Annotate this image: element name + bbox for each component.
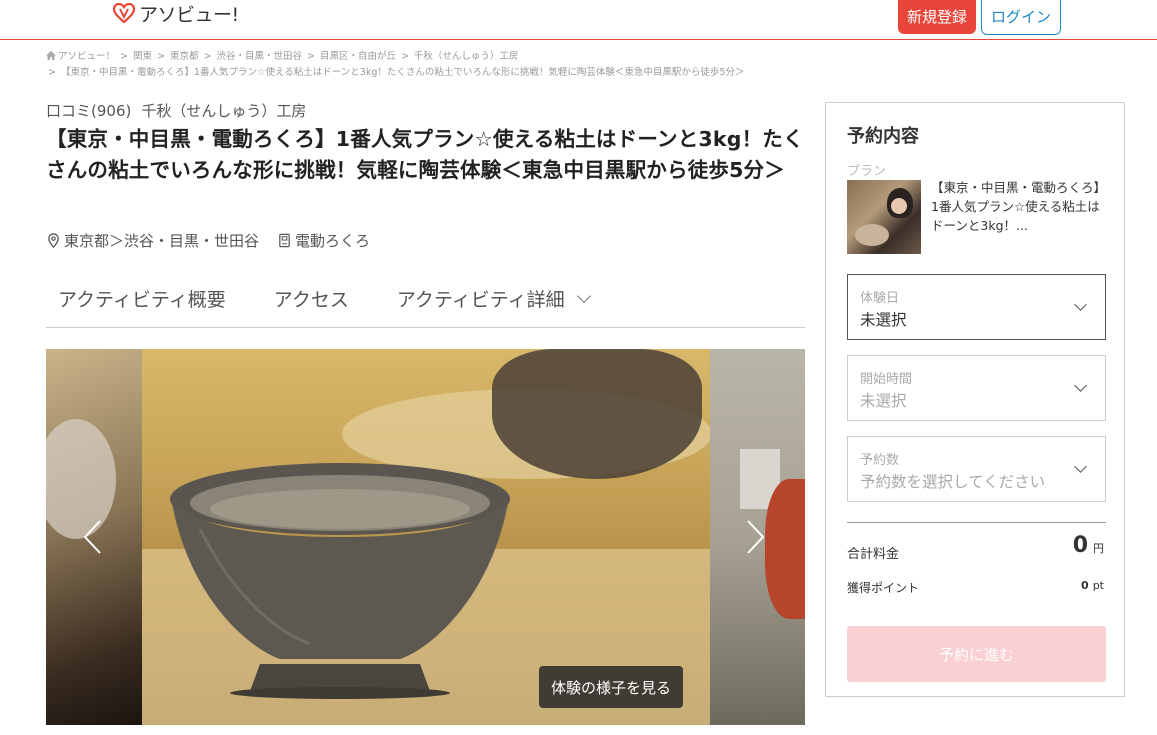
photo-shape [891,198,907,214]
breadcrumb-separator: > [203,51,212,62]
chevron-right-icon[interactable] [746,519,766,555]
view-experience-button[interactable]: 体験の様子を見る [539,666,684,708]
divider [847,522,1106,523]
shop-name[interactable]: 千秋（せんしゅう）工房 [141,102,306,120]
reservation-panel: 予約内容 プラン 【東京・中目黒・電動ろくろ】1番人気プラン☆使える粘土はドーン… [825,102,1125,697]
site-header: アソビュー! 新規登録 ログイン [0,0,1157,40]
plan-name: 【東京・中目黒・電動ろくろ】1番人気プラン☆使える粘土はドーンと3kg！... [931,180,1100,233]
tab-details[interactable]: アクティビティ詳細 [385,279,601,327]
category-link[interactable]: 電動ろくろ [295,230,370,251]
location-link[interactable]: 東京都＞渋谷・目黒・世田谷 [64,230,259,251]
breadcrumb-item-top[interactable]: アソビュー！ [58,51,115,62]
quantity-select[interactable]: 予約数 予約数を選択してください [847,436,1106,502]
total-price-value: 0 [1072,533,1088,558]
photo-shape [855,224,889,246]
total-price-unit: 円 [1093,542,1104,555]
date-select-value: 未選択 [860,311,907,329]
breadcrumb-item-shop[interactable]: 千秋（せんしゅう）工房 [414,51,519,62]
date-select-label: 体験日 [860,291,900,306]
quantity-select-value: 予約数を選択してください [860,473,1046,491]
login-button[interactable]: ログイン [981,0,1061,35]
home-icon [46,51,56,60]
tab-overview-label: アクティビティ概要 [58,289,226,311]
breadcrumb-separator: > [48,67,56,78]
breadcrumb: アソビュー！ > 関東 > 東京都 > 渋谷・目黒・世田谷 > 目黒区・自由が丘 > 千秋（せんしゅ… [46,49,806,81]
pottery-bowl-illustration [170,463,510,699]
reservation-title: 予約内容 [847,126,919,147]
plan-thumbnail-image [847,180,921,254]
review-line: 口コミ(906) 千秋（せんしゅう）工房 [46,100,306,121]
breadcrumb-current: 【東京・中目黒・電動ろくろ】1番人気プラン☆使える粘土はドーンと3kg！たくさん… [60,67,745,78]
breadcrumb-item-area[interactable]: 渋谷・目黒・世田谷 [216,51,302,62]
photo-shape [765,479,805,619]
breadcrumb-separator: > [120,51,128,62]
start-time-select[interactable]: 開始時間 未選択 [847,355,1106,421]
activity-tabs: アクティビティ概要 アクセス アクティビティ詳細 [46,279,805,328]
breadcrumb-item-ward[interactable]: 目黒区・自由が丘 [320,51,396,62]
points-value: 0 [1081,579,1089,592]
start-time-select-label: 開始時間 [860,372,913,387]
review-count-link[interactable]: 口コミ(906) [46,102,131,120]
tab-overview[interactable]: アクティビティ概要 [46,279,238,327]
breadcrumb-separator: > [157,51,165,62]
chevron-left-icon[interactable] [82,519,102,555]
photo-carousel: 体験の様子を見る [46,349,805,725]
chevron-down-icon [1074,460,1087,473]
points-unit: pt [1092,579,1104,592]
total-price-label: 合計料金 [847,547,900,562]
category-book-icon [279,233,290,248]
photo-shape [492,349,702,479]
chevron-down-icon [1074,298,1087,311]
chevron-down-icon [576,288,591,304]
logo-text: アソビュー! [139,3,239,26]
total-price: 0 円 [1073,533,1104,558]
activity-meta: 東京都＞渋谷・目黒・世田谷 電動ろくろ [46,230,370,251]
quantity-select-label: 予約数 [860,453,900,468]
start-time-select-value: 未選択 [860,392,907,410]
tab-access[interactable]: アクセス [262,279,361,327]
breadcrumb-item-kanto[interactable]: 関東 [133,51,152,62]
tab-details-label: アクティビティ詳細 [396,289,565,311]
breadcrumb-separator: > [306,51,315,62]
plan-label: プラン [847,164,887,179]
date-select[interactable]: 体験日 未選択 [847,274,1106,340]
tab-access-label: アクセス [273,289,349,311]
points: 0 pt [1081,579,1104,592]
points-label: 獲得ポイント [847,581,920,595]
page-title: 【東京・中目黒・電動ろくろ】1番人気プラン☆使える粘土はドーンと3kg！たくさん… [46,127,804,182]
proceed-to-reserve-button[interactable]: 予約に進む [847,626,1106,682]
location-pin-icon [48,233,59,248]
photo-shape [46,419,116,539]
site-logo[interactable]: アソビュー! [112,0,239,26]
breadcrumb-item-tokyo[interactable]: 東京都 [170,51,199,62]
heart-logo-icon [112,2,136,24]
chevron-down-icon [1074,379,1087,392]
register-button[interactable]: 新規登録 [898,0,976,34]
breadcrumb-separator: > [400,51,409,62]
